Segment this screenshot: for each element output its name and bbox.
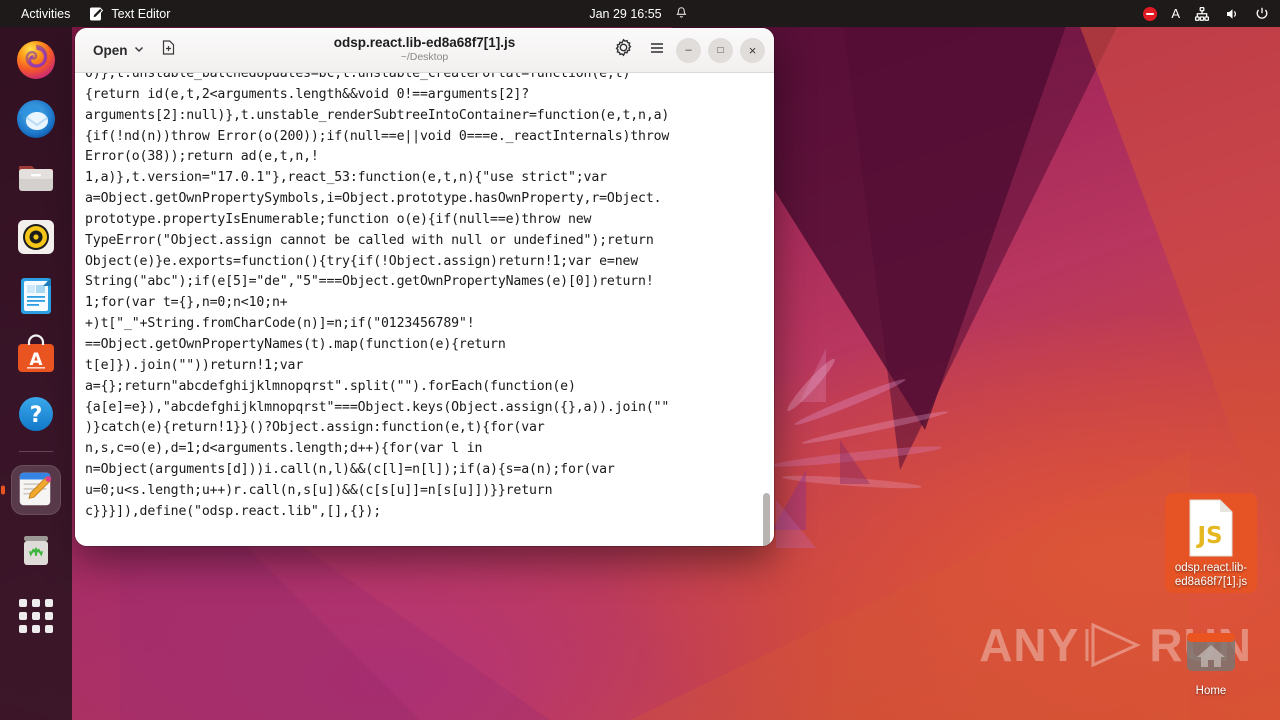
desktop-icon-label: Home: [1195, 685, 1227, 697]
editor-scrollbar[interactable]: [762, 73, 771, 546]
editor-scrollbar-thumb[interactable]: [763, 493, 770, 546]
dock-item-help[interactable]: ?: [11, 389, 61, 439]
wallpaper-shape: [776, 500, 816, 548]
dock-item-trash[interactable]: [11, 524, 61, 574]
desktop-icon-home[interactable]: Home: [1165, 620, 1257, 698]
gear-icon: [614, 38, 633, 62]
source-code-text[interactable]: 0)},t.unstable_batchedUpdates=bc,t.unsta…: [85, 73, 760, 523]
rhythmbox-icon: [15, 216, 57, 258]
js-file-icon: JS: [1182, 497, 1240, 559]
gnome-top-bar: Activities Text Editor Jan 29 16:55 A: [0, 0, 1280, 27]
desktop-icon-label: odsp.react.lib-ed8a68f7[1].js: [1174, 562, 1248, 589]
close-button[interactable]: ×: [740, 37, 765, 63]
chevron-down-icon: [133, 43, 145, 58]
apps-grid-icon: [19, 599, 53, 633]
wallpaper-shape: [840, 440, 870, 484]
svg-text:?: ?: [30, 403, 43, 428]
dock-separator: [19, 451, 53, 452]
libreoffice-writer-icon: [15, 275, 57, 317]
activities-button[interactable]: Activities: [12, 4, 79, 24]
app-menu-label: Text Editor: [111, 6, 171, 21]
svg-text:JS: JS: [1195, 523, 1222, 549]
open-button[interactable]: Open: [84, 38, 154, 63]
do-not-disturb-icon[interactable]: [1143, 6, 1158, 21]
show-applications-button[interactable]: [11, 591, 61, 641]
trash-icon: [15, 528, 57, 570]
window-titlebar[interactable]: Open odsp.react.lib-ed8a68f7[1].js ~/Des…: [75, 28, 774, 73]
clock-label: Jan 29 16:55: [589, 6, 662, 21]
main-menu-button[interactable]: [642, 35, 672, 65]
editor-text-area[interactable]: 0)},t.unstable_batchedUpdates=bc,t.unsta…: [75, 73, 774, 546]
window-subtitle: ~/Desktop: [400, 51, 449, 64]
close-glyph: ×: [748, 42, 757, 58]
dock-item-firefox[interactable]: [11, 35, 61, 85]
app-menu-button[interactable]: Text Editor: [79, 3, 179, 25]
window-title: odsp.react.lib-ed8a68f7[1].js: [333, 34, 516, 50]
power-icon[interactable]: [1254, 6, 1270, 22]
maximize-button[interactable]: □: [708, 37, 733, 63]
dock-item-text-editor[interactable]: [11, 465, 61, 515]
text-editor-window: Open odsp.react.lib-ed8a68f7[1].js ~/Des…: [75, 28, 774, 546]
activities-label: Activities: [21, 6, 71, 21]
new-document-button[interactable]: [154, 35, 184, 65]
open-label: Open: [93, 42, 128, 58]
hamburger-menu-icon: [648, 39, 666, 62]
network-icon[interactable]: [1194, 6, 1210, 22]
dock-item-libreoffice-writer[interactable]: [11, 271, 61, 321]
minimize-glyph: –: [685, 44, 692, 56]
desktop-icon-js-file[interactable]: JS odsp.react.lib-ed8a68f7[1].js: [1165, 493, 1257, 594]
thunderbird-icon: [15, 98, 57, 140]
maximize-glyph: □: [717, 44, 724, 56]
text-editor-icon: [88, 6, 104, 22]
notification-bell-icon: [675, 6, 691, 22]
dock-item-ubuntu-software[interactable]: A: [11, 330, 61, 380]
new-document-icon: [160, 39, 177, 61]
files-folder-icon: [15, 157, 57, 199]
dock-item-thunderbird[interactable]: [11, 94, 61, 144]
settings-button[interactable]: [608, 35, 638, 65]
volume-icon[interactable]: [1224, 6, 1240, 22]
accessibility-icon[interactable]: A: [1171, 6, 1180, 21]
dock-item-rhythmbox[interactable]: [11, 212, 61, 262]
help-icon: ?: [15, 393, 57, 435]
wallpaper-shape: [800, 348, 826, 402]
dock-item-files[interactable]: [11, 153, 61, 203]
clock-button[interactable]: Jan 29 16:55: [580, 3, 699, 25]
minimize-button[interactable]: –: [676, 37, 701, 63]
firefox-icon: [15, 39, 57, 81]
ubuntu-software-icon: A: [15, 334, 57, 376]
desktop-screen: Activities Text Editor Jan 29 16:55 A A …: [0, 0, 1280, 720]
home-folder-icon: [1182, 620, 1240, 682]
text-editor-app-icon: [15, 469, 57, 511]
ubuntu-dock: A ?: [0, 27, 72, 720]
